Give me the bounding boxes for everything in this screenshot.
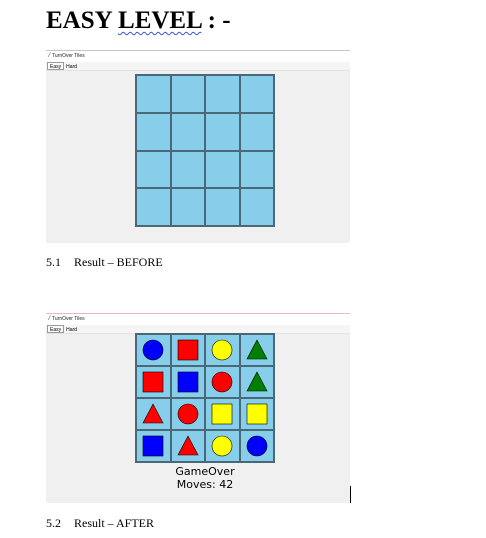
tile-hidden[interactable]: [239, 188, 274, 226]
yellow-square-icon: [211, 403, 233, 425]
app-feather-icon: ⁄: [49, 53, 51, 59]
tile-hidden[interactable]: [205, 75, 240, 113]
tile-hidden[interactable]: [170, 188, 205, 226]
tile-hidden[interactable]: [136, 75, 171, 113]
menu-easy[interactable]: Easy: [47, 62, 65, 70]
tile-board-hidden: [135, 74, 275, 227]
page-heading: EASY LEVEL : -: [46, 6, 231, 36]
tile-red-triangle[interactable]: [136, 398, 171, 430]
tile-yellow-square[interactable]: [205, 398, 240, 430]
menu-hard[interactable]: Hard: [64, 63, 79, 71]
yellow-circle-icon: [211, 339, 233, 361]
red-square-icon: [177, 339, 199, 361]
game-window-after: ⁄ TurnOver Tiles Easy Hard GameOver Moves:…: [46, 313, 350, 503]
tile-hidden[interactable]: [170, 150, 205, 189]
yellow-circle-icon: [211, 435, 233, 457]
window-titlebar: ⁄ TurnOver Tiles: [46, 50, 350, 62]
tile-blue-circle[interactable]: [239, 430, 274, 462]
heading-underlined-word: LEVEL: [118, 7, 202, 34]
tile-hidden[interactable]: [205, 112, 240, 151]
tile-red-circle[interactable]: [205, 366, 240, 398]
red-triangle-icon: [142, 403, 164, 424]
red-circle-icon: [211, 371, 233, 393]
tile-hidden[interactable]: [136, 150, 171, 189]
caption-text: Result – AFTER: [74, 516, 155, 530]
tile-hidden[interactable]: [239, 150, 274, 189]
tile-red-triangle[interactable]: [170, 430, 205, 462]
blue-circle-icon: [246, 435, 268, 457]
blue-square-icon: [177, 371, 199, 393]
tile-hidden[interactable]: [239, 112, 274, 151]
tile-red-square[interactable]: [170, 334, 205, 366]
caption-number: 5.2: [46, 516, 61, 530]
tile-hidden[interactable]: [136, 112, 171, 151]
caption-text: Result – BEFORE: [74, 255, 163, 269]
tile-hidden[interactable]: [205, 150, 240, 189]
tile-hidden[interactable]: [170, 75, 205, 113]
game-over-label: GameOver: [175, 465, 235, 478]
window-title: TurnOver Tiles: [52, 316, 85, 322]
tile-yellow-circle[interactable]: [205, 430, 240, 462]
tile-blue-circle[interactable]: [136, 334, 171, 366]
red-circle-icon: [177, 403, 199, 425]
tile-hidden[interactable]: [136, 188, 171, 226]
tile-yellow-square[interactable]: [239, 398, 274, 430]
blue-circle-icon: [142, 339, 164, 361]
tile-hidden[interactable]: [205, 188, 240, 226]
menu-bar: Easy Hard: [46, 62, 350, 71]
tile-yellow-circle[interactable]: [205, 334, 240, 366]
heading-suffix: : -: [201, 7, 231, 34]
tile-green-triangle[interactable]: [239, 334, 274, 366]
app-feather-icon: ⁄: [49, 316, 51, 322]
menu-hard[interactable]: Hard: [64, 326, 79, 334]
tile-hidden[interactable]: [239, 75, 274, 113]
menu-easy[interactable]: Easy: [47, 325, 65, 333]
tile-hidden[interactable]: [170, 112, 205, 151]
tile-blue-square[interactable]: [136, 430, 171, 462]
game-window-before: ⁄ TurnOver Tiles Easy Hard: [46, 50, 350, 243]
red-square-icon: [142, 371, 164, 393]
yellow-square-icon: [246, 403, 268, 425]
tile-red-square[interactable]: [136, 366, 171, 398]
green-triangle-icon: [246, 371, 268, 392]
caption-after: 5.2 Result – AFTER: [46, 516, 154, 530]
window-title: TurnOver Tiles: [52, 53, 85, 59]
tile-green-triangle[interactable]: [239, 366, 274, 398]
text-cursor: [350, 486, 351, 503]
tile-red-circle[interactable]: [170, 398, 205, 430]
window-titlebar: ⁄ TurnOver Tiles: [46, 313, 350, 325]
moves-counter: Moves: 42: [176, 478, 234, 491]
blue-square-icon: [142, 435, 164, 457]
red-triangle-icon: [177, 435, 199, 456]
green-triangle-icon: [246, 339, 268, 360]
heading-prefix: EASY: [46, 7, 119, 34]
tile-blue-square[interactable]: [170, 366, 205, 398]
tile-board-revealed: [135, 333, 275, 463]
caption-before: 5.1 Result – BEFORE: [46, 255, 163, 269]
caption-number: 5.1: [46, 255, 61, 269]
